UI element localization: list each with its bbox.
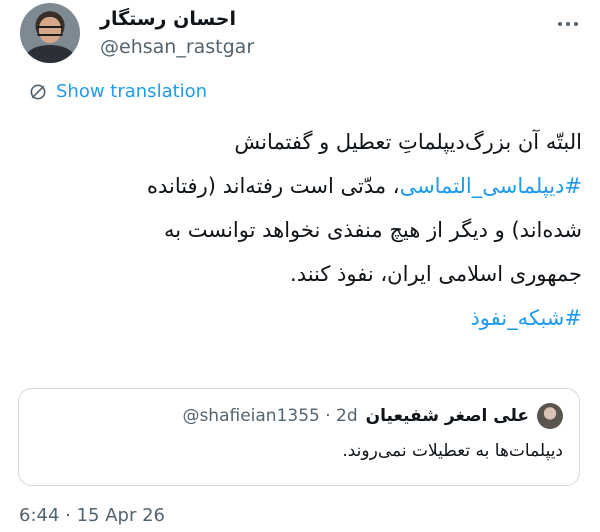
quoted-tweet-header: علی اصغر شفیعیان @shafieian1355 · 2d: [182, 403, 563, 429]
more-icon-dot: [566, 22, 570, 26]
tweet-line: البتّه آن بزرگ‌دیپلماتِ تعطیل و گفتمانش: [234, 130, 582, 154]
tweet-line: #دیپلماسی_التماسی، مدّتی است رفته‌اند (ر…: [28, 164, 582, 208]
show-translation-link[interactable]: Show translation: [28, 81, 207, 102]
translate-icon: [30, 84, 46, 99]
more-icon-dot: [574, 22, 578, 26]
quoted-author-meta: @shafieian1355 · 2d: [182, 406, 358, 426]
author-handle[interactable]: @ehsan_rastgar: [100, 36, 254, 58]
quoted-tweet-text: دیپلمات‌ها به تعطیلات نمی‌روند.: [342, 441, 563, 461]
tweet-timestamp[interactable]: 6:44 · 15 Apr 26: [19, 505, 165, 526]
hashtag-link[interactable]: #شبکه_نفوذ: [470, 306, 582, 330]
author-name[interactable]: احسان رستگار: [100, 8, 236, 30]
tweet-line-text: ، مدّتی است رفته‌اند (رفتانده: [146, 174, 400, 198]
more-button[interactable]: [556, 12, 580, 36]
more-icon-dot: [558, 22, 562, 26]
tweet-text: البتّه آن بزرگ‌دیپلماتِ تعطیل و گفتمانش …: [28, 120, 582, 340]
avatar-glasses: [37, 26, 63, 36]
tweet-line: #شبکه_نفوذ: [28, 296, 582, 340]
quoted-tweet[interactable]: علی اصغر شفیعیان @shafieian1355 · 2d دیپ…: [18, 388, 580, 486]
avatar-body: [26, 45, 74, 63]
tweet-line: شده‌اند) و دیگر از هیچ منفذی نخواهد توان…: [163, 218, 582, 242]
quoted-author-avatar: [537, 403, 563, 429]
tweet-line: جمهوری اسلامی ایران، نفوذ کنند.: [290, 262, 582, 286]
author-avatar[interactable]: [20, 3, 80, 63]
show-translation-label: Show translation: [56, 81, 208, 102]
hashtag-link[interactable]: #دیپلماسی_التماسی: [400, 174, 582, 198]
quoted-author-name: علی اصغر شفیعیان: [365, 406, 529, 426]
